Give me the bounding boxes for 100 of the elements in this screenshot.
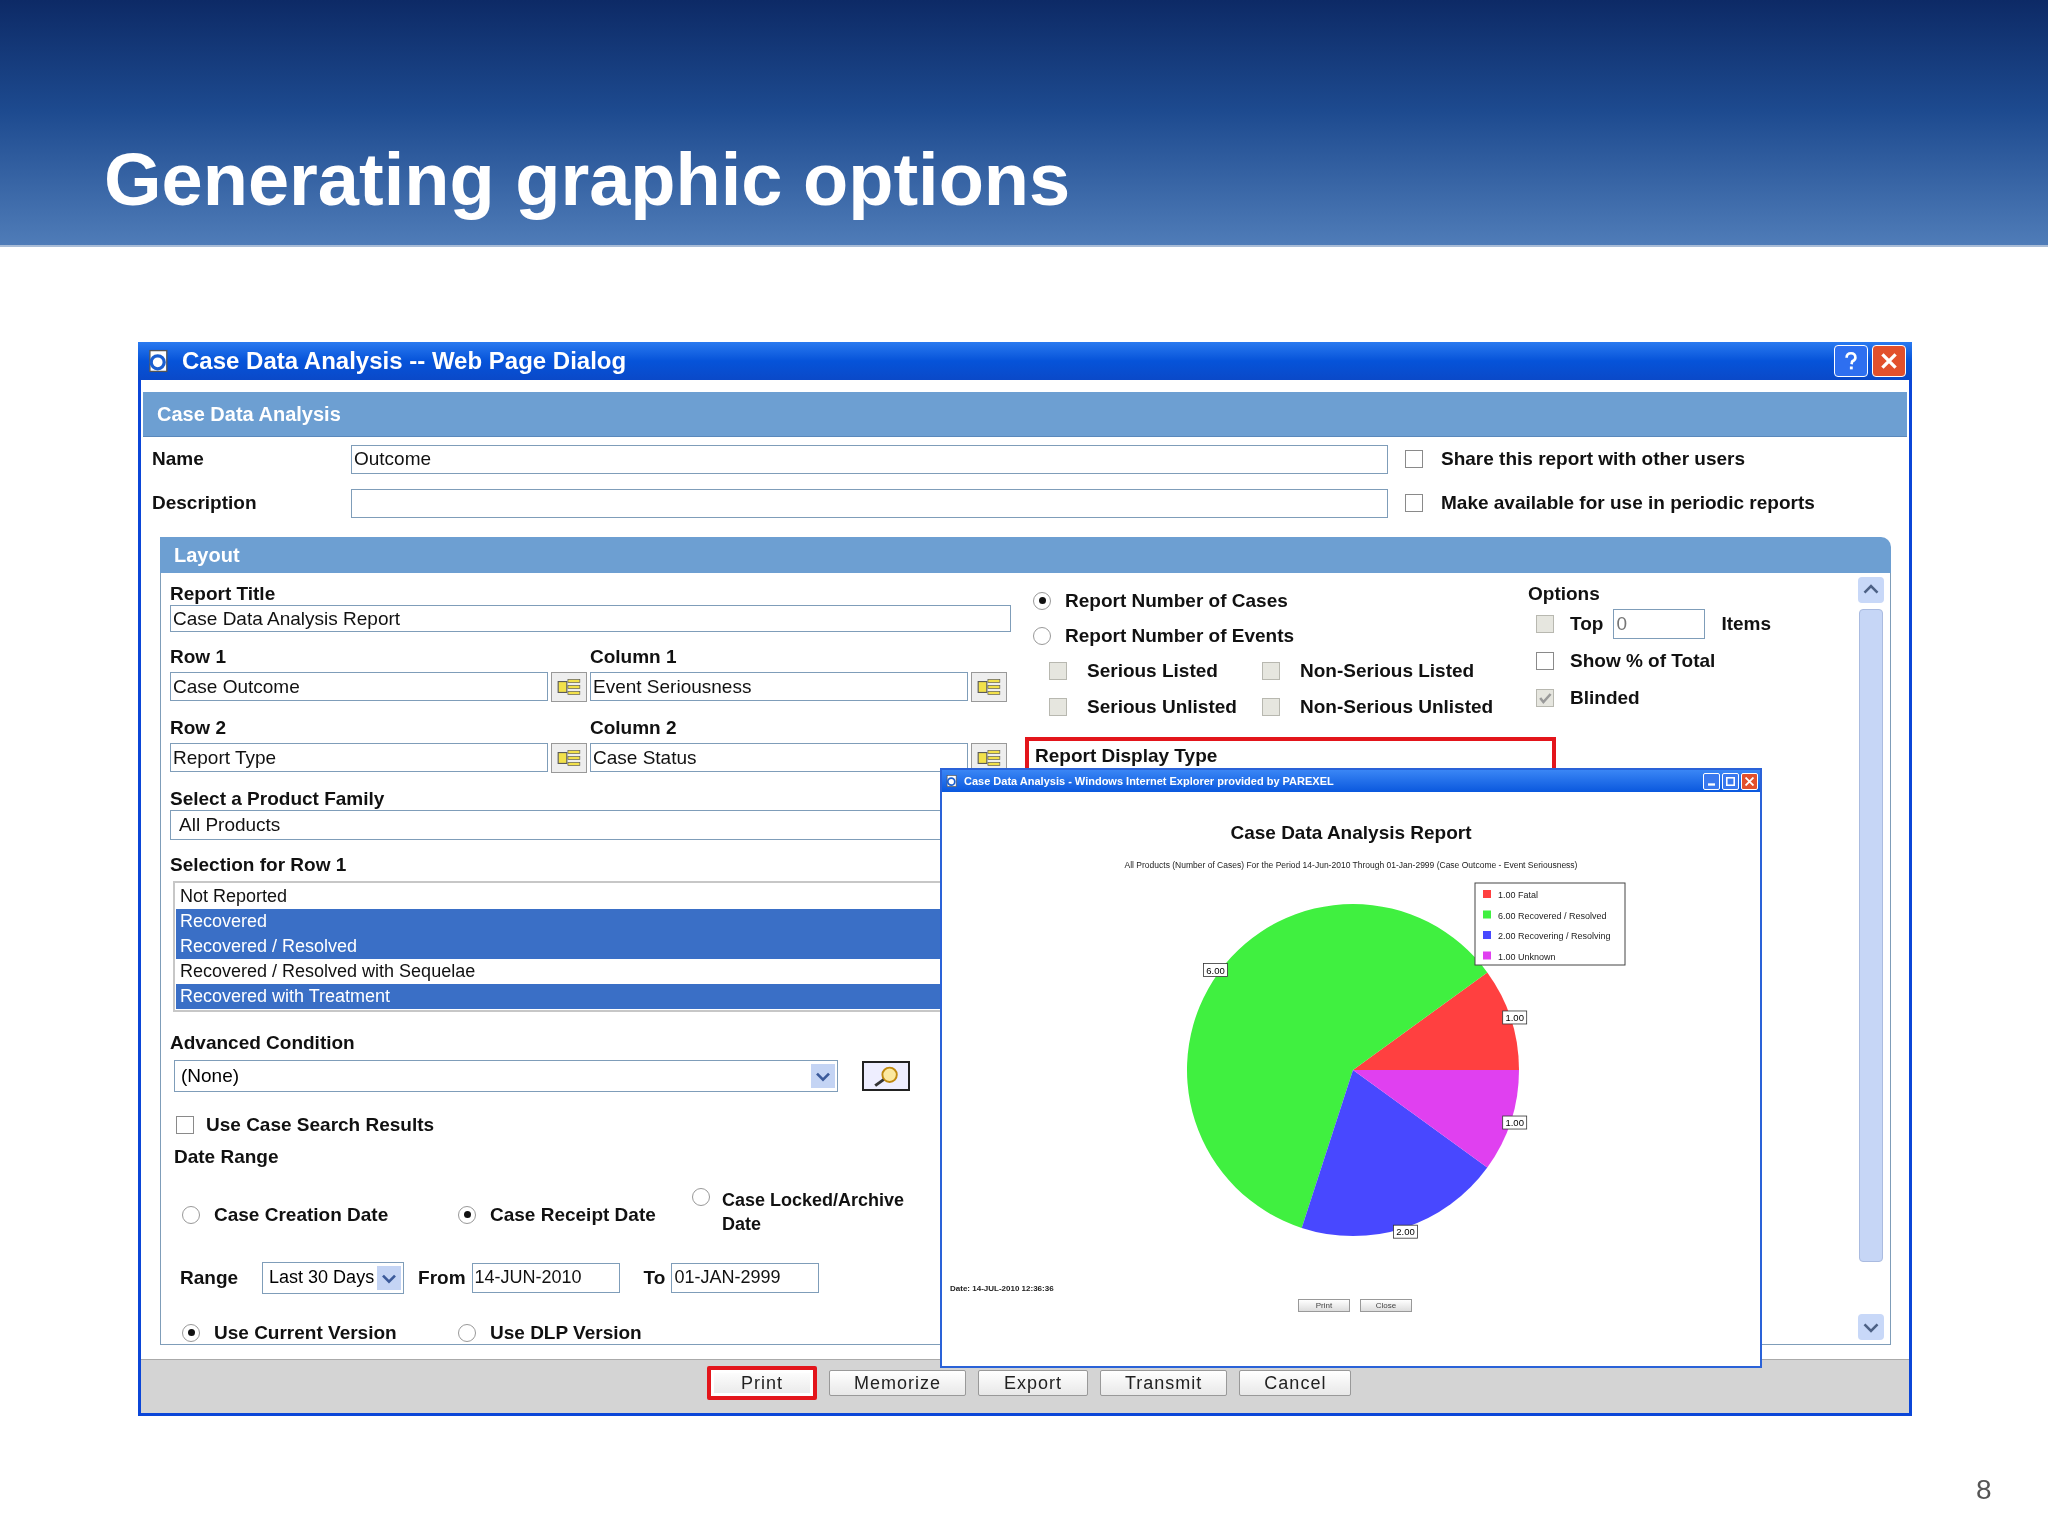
text-field[interactable]: Case Data Analysis Report — [170, 605, 1011, 633]
condition-dropdown[interactable]: (None) — [174, 1059, 838, 1092]
range-dropdown[interactable]: Last 30 Days — [262, 1262, 405, 1294]
data-label: 1.00 — [1505, 1011, 1524, 1023]
field-label: Select a Product Family — [170, 788, 386, 811]
checkbox[interactable] — [1405, 494, 1423, 512]
window-title: Case Data Analysis - Windows Internet Explorer provided by PAREXEL — [964, 775, 1334, 787]
radio-label: Case Creation Date — [214, 1204, 389, 1226]
checkbox-label: Use Case Search Results — [206, 1113, 435, 1136]
field-label: Column 2 — [590, 717, 678, 741]
scroll-up-icon[interactable] — [1858, 577, 1884, 603]
window-title: Case Data Analysis -- Web Page Dialog — [182, 347, 627, 375]
radio-button[interactable] — [182, 1324, 200, 1342]
data-label: 2.00 — [1393, 1224, 1418, 1239]
text-field[interactable]: Outcome — [351, 444, 1388, 474]
close-icon — [1745, 776, 1754, 786]
checkbox[interactable] — [1049, 662, 1067, 680]
text-field[interactable]: Case Status — [590, 743, 968, 773]
checkbox-label: Serious Listed — [1087, 660, 1218, 682]
radio-label: Case Locked/Archive Date — [722, 1189, 906, 1236]
scrollbar-thumb[interactable] — [1859, 609, 1883, 1262]
field-label: Row 2 — [170, 717, 227, 741]
radio-button[interactable] — [692, 1188, 710, 1206]
checkbox[interactable] — [1049, 698, 1067, 716]
checkbox-label: Top — [1570, 612, 1604, 635]
radio-label: Report Number of Cases — [1065, 589, 1288, 612]
dialog-button[interactable]: Print — [707, 1366, 817, 1400]
checkbox-label: Show % of Total — [1570, 649, 1716, 672]
report-button[interactable]: Close — [1360, 1299, 1412, 1312]
field-label: Items — [1721, 612, 1772, 635]
search-button[interactable] — [862, 1060, 910, 1091]
dialog-button[interactable]: Export — [978, 1370, 1088, 1396]
field-label: Description — [152, 492, 258, 514]
text-field[interactable] — [351, 488, 1388, 518]
text-field[interactable]: Event Seriousness — [590, 672, 968, 702]
maximize-button[interactable] — [1722, 772, 1739, 790]
text-field[interactable]: Case Outcome — [170, 672, 548, 702]
scroll-down-icon[interactable] — [1858, 1314, 1884, 1340]
close-button[interactable] — [1872, 345, 1906, 377]
radio-button[interactable] — [182, 1206, 200, 1224]
picker-button[interactable] — [971, 671, 1007, 702]
close-button[interactable] — [1741, 772, 1758, 790]
radio-button[interactable] — [458, 1206, 476, 1224]
close-icon — [1878, 350, 1900, 372]
maximize-icon — [1726, 776, 1735, 786]
field-label: Row 1 — [170, 646, 227, 670]
dialog-button[interactable]: Transmit — [1100, 1370, 1228, 1396]
section-label: Report Display Type — [1035, 745, 1218, 766]
checkbox[interactable] — [176, 1115, 194, 1134]
checkbox-label: Non-Serious Listed — [1300, 660, 1475, 682]
checkbox[interactable] — [1262, 662, 1280, 680]
field-label: Report Title — [170, 583, 277, 606]
checkbox-label: Non-Serious Unlisted — [1300, 696, 1494, 718]
field-label: Date Range — [174, 1145, 280, 1168]
checkbox[interactable] — [1405, 450, 1423, 468]
page-icon — [945, 774, 959, 788]
layout-title: Layout — [174, 543, 240, 567]
legend-label: 2.00 Recovering / Resolving — [1498, 931, 1611, 941]
date-field[interactable]: 01-JAN-2999 — [671, 1263, 820, 1293]
count-field[interactable]: 0 — [1613, 608, 1706, 639]
dialog-button[interactable]: Cancel — [1239, 1370, 1352, 1396]
field-label: Column 1 — [590, 646, 678, 670]
report-title: Case Data Analysis Report — [1230, 822, 1472, 844]
section-title: Case Data Analysis — [157, 402, 341, 426]
radio-button[interactable] — [1033, 626, 1051, 645]
legend-label: 1.00 Fatal — [1498, 890, 1539, 900]
minimize-icon — [1708, 783, 1715, 786]
checkbox[interactable] — [1536, 651, 1554, 670]
radio-label: Use DLP Version — [490, 1322, 642, 1344]
report-date: Date: 14-JUL-2010 12:36:36 — [950, 1284, 1054, 1293]
checkbox-label: Blinded — [1570, 686, 1640, 709]
data-label: 1.00 — [1502, 1010, 1528, 1025]
checkbox[interactable] — [1536, 614, 1554, 633]
checkbox-label: Serious Unlisted — [1087, 696, 1237, 718]
data-label: 1.00 — [1502, 1115, 1528, 1130]
page-number: 8 — [1976, 1474, 1992, 1506]
checkbox[interactable] — [1262, 698, 1280, 716]
radio-button[interactable] — [458, 1324, 476, 1342]
field-label: Name — [152, 448, 205, 470]
field-label: From — [418, 1267, 466, 1289]
text-field[interactable]: Report Type — [170, 743, 548, 773]
radio-label: Use Current Version — [214, 1322, 397, 1344]
data-label: 1.00 — [1505, 1117, 1524, 1129]
options-title: Options — [1528, 583, 1601, 605]
field-label: Selection for Row 1 — [170, 854, 348, 877]
picker-button[interactable] — [551, 742, 587, 773]
radio-button[interactable] — [1033, 591, 1051, 610]
dialog-button[interactable]: Memorize — [829, 1370, 966, 1396]
legend-label: 1.00 Unknown — [1498, 951, 1556, 962]
checkbox-label: Share this report with other users — [1441, 448, 1746, 470]
report-button[interactable]: Print — [1298, 1299, 1350, 1312]
report-subtitle: All Products (Number of Cases) For the Period 14-Jun-2010 Through 01-Jan-2999 (Case Outcome - Event Seriousness) — [1124, 860, 1578, 870]
help-button[interactable] — [1834, 345, 1868, 377]
field-label: Advanced Condition — [170, 1031, 356, 1054]
date-field[interactable]: 14-JUN-2010 — [471, 1263, 620, 1293]
radio-label: Case Receipt Date — [490, 1204, 656, 1226]
radio-label: Report Number of Events — [1065, 624, 1295, 647]
minimize-button[interactable] — [1703, 772, 1720, 790]
field-label: To — [643, 1267, 666, 1289]
picker-button[interactable] — [551, 671, 587, 702]
